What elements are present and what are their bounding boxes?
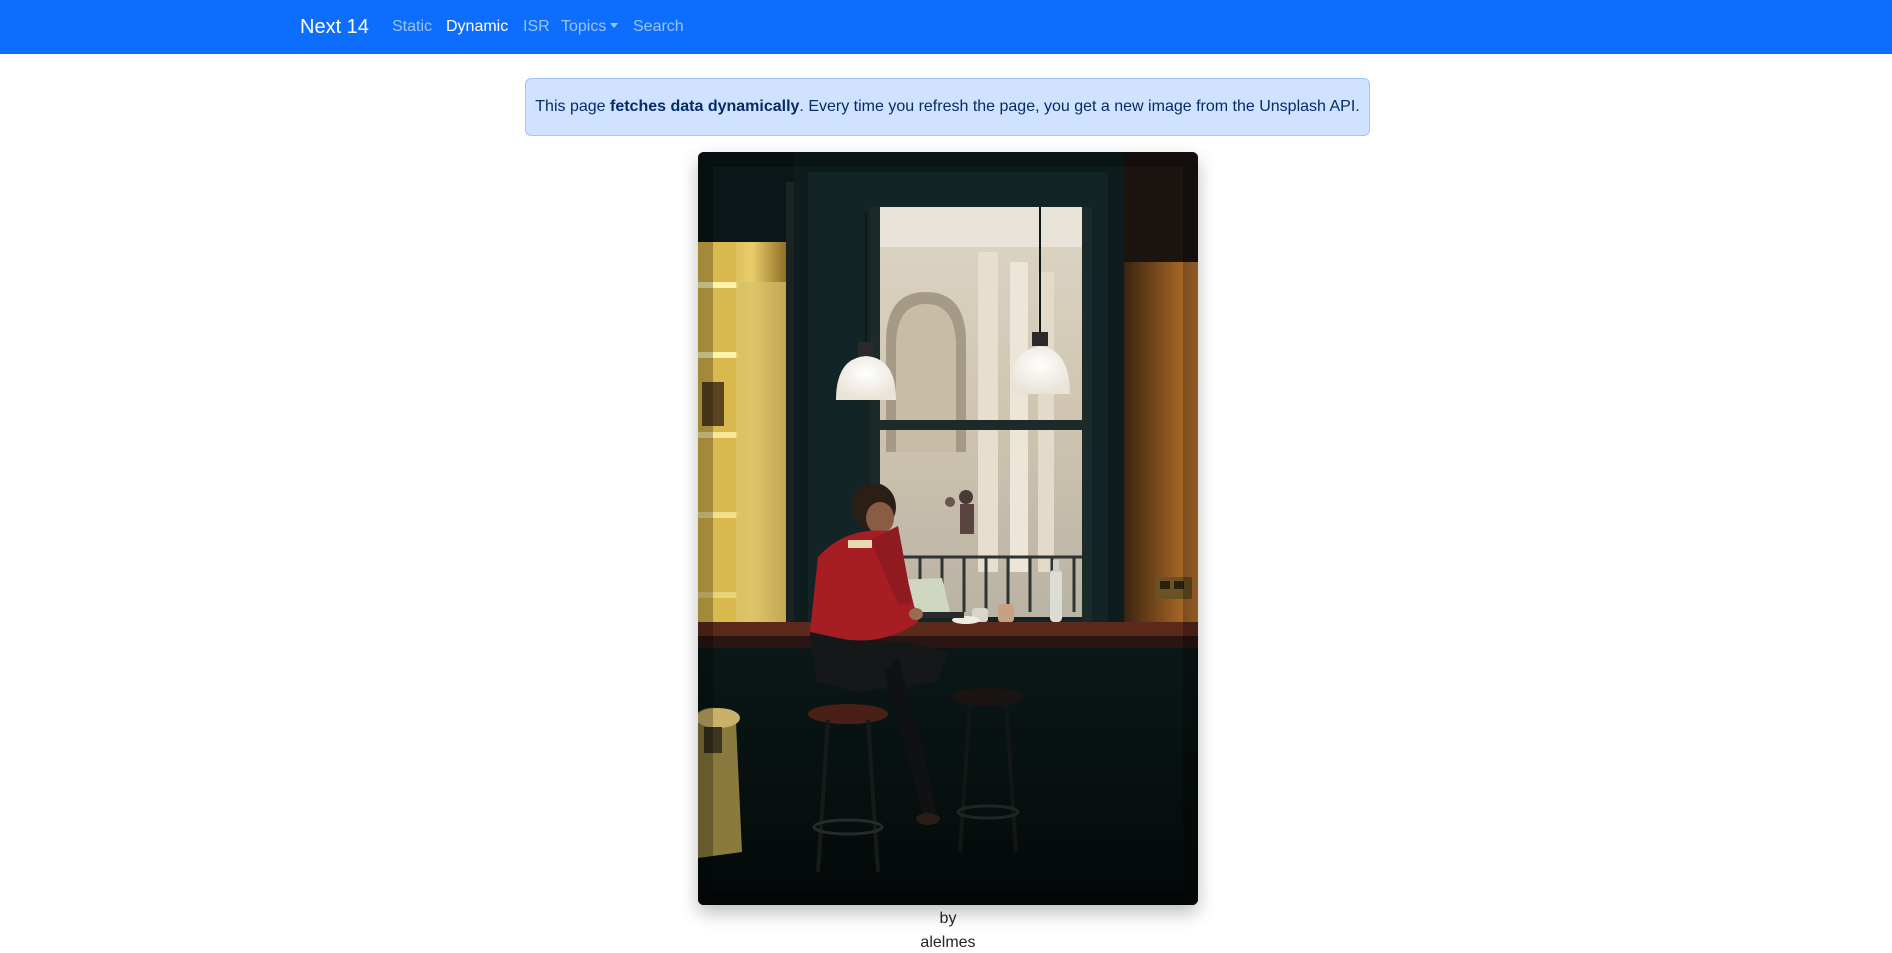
photo-caption-by: by [939,910,957,927]
unsplash-photo [698,152,1198,905]
photo-illustration [698,152,1198,905]
alert-text-emphasis: fetches data dynamically [610,98,800,115]
alert-text-suffix: . Every time you refresh the page, you g… [799,98,1360,115]
alert-text-prefix: This page [535,98,610,115]
nav-link-isr[interactable]: ISR [523,17,550,37]
caret-down-icon [610,23,619,28]
nav-link-search[interactable]: Search [633,17,684,37]
nav-dropdown-topics[interactable]: Topics [561,17,619,37]
brand-link[interactable]: Next 14 [300,14,369,40]
nav-link-static[interactable]: Static [392,17,432,37]
nav-link-dynamic[interactable]: Dynamic [446,17,508,37]
photo-author-name: alelmes [920,934,976,951]
nav-dropdown-topics-label: Topics [561,18,607,35]
navbar: Next 14 Static Dynamic ISR Topics Search [0,0,1892,54]
info-alert: This page fetches data dynamically. Ever… [525,78,1370,136]
